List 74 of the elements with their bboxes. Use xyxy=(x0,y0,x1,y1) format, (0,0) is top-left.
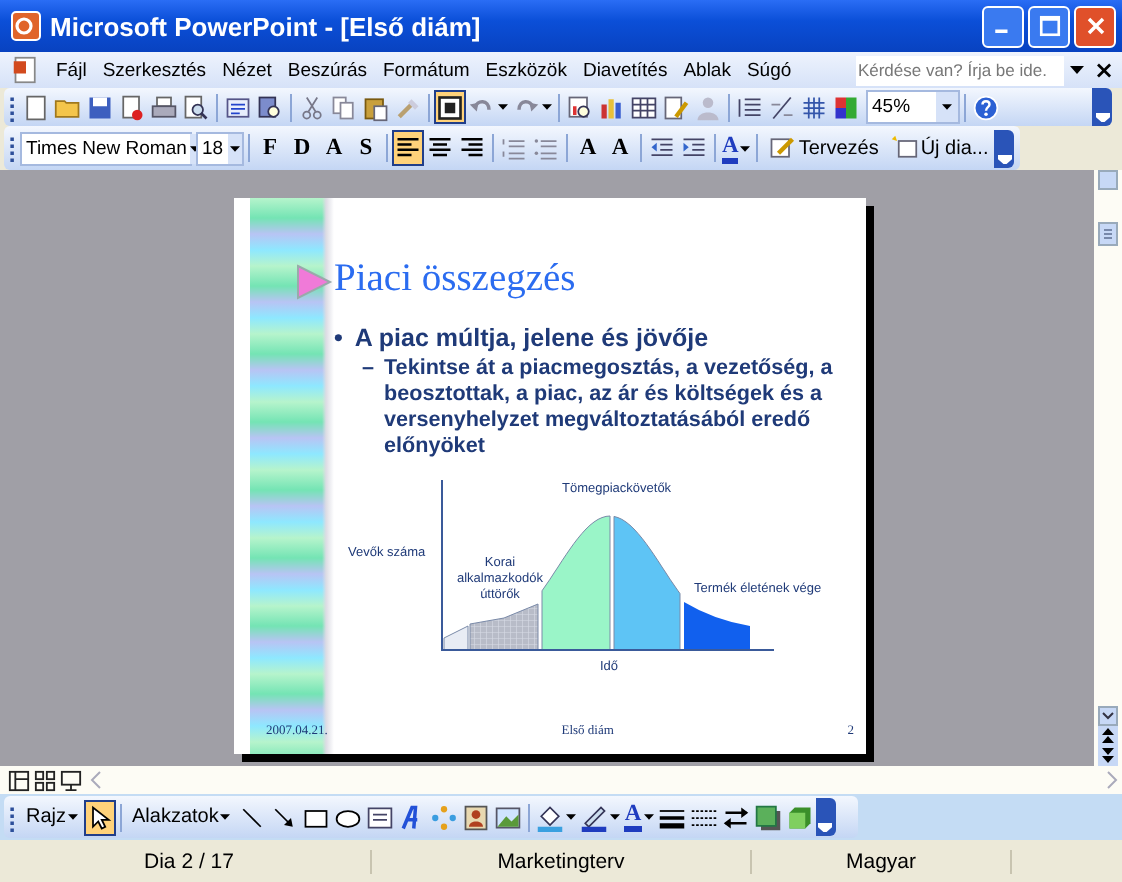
format-button[interactable]: A xyxy=(720,130,753,166)
chevron-icon[interactable] xyxy=(1095,112,1109,122)
format-button[interactable]: A xyxy=(622,799,656,835)
document-icon[interactable] xyxy=(12,56,40,84)
curve-segment xyxy=(684,602,750,650)
caret-icon[interactable] xyxy=(610,814,621,820)
toolbar-menu-button[interactable]: Alakzatok xyxy=(126,799,237,835)
window-title: Microsoft PowerPoint - [Első diám] xyxy=(50,11,481,41)
chevron-icon[interactable] xyxy=(997,153,1012,163)
bullet-text: A piac múltja, jelene és jövője xyxy=(354,324,711,352)
help-search-field[interactable]: Kérdése van? Írja be ide. xyxy=(855,55,1064,85)
slideshow-icon[interactable] xyxy=(60,769,82,791)
close-document-button[interactable]: × xyxy=(1093,56,1114,84)
vertical-scrollbar[interactable] xyxy=(1094,170,1122,766)
line-color-icon[interactable] xyxy=(580,803,609,831)
menu-item[interactable]: Súgó xyxy=(738,59,800,81)
format-button[interactable]: A xyxy=(572,130,604,166)
triangle-icon xyxy=(294,262,334,302)
grip-icon[interactable] xyxy=(10,803,16,831)
toolbar-options-button[interactable] xyxy=(994,129,1015,167)
format-button[interactable]: A xyxy=(604,130,636,166)
caret-icon[interactable] xyxy=(68,814,79,820)
scroll-thumb-icon[interactable] xyxy=(1098,222,1118,246)
grip-icon[interactable] xyxy=(10,93,16,121)
caret-icon[interactable] xyxy=(643,814,654,820)
caret-icon[interactable] xyxy=(229,145,240,151)
format-button[interactable]: S xyxy=(350,130,382,166)
caret-icon[interactable] xyxy=(740,145,751,151)
toolbar-button[interactable]: Tervezés xyxy=(762,130,885,166)
menu-item[interactable]: Diavetítés xyxy=(574,59,676,81)
caret-icon[interactable] xyxy=(942,104,952,110)
grip-icon[interactable] xyxy=(10,134,16,162)
dropdown-field[interactable]: 18 xyxy=(196,131,244,165)
menu-item[interactable]: Formátum xyxy=(375,59,478,81)
menu-item[interactable]: Nézet xyxy=(214,59,280,81)
status-field: Marketingterv xyxy=(372,849,752,873)
format-button[interactable]: A xyxy=(318,130,350,166)
menu-item[interactable]: Eszközök xyxy=(477,59,575,81)
minimize-button[interactable] xyxy=(982,5,1024,47)
menu-item[interactable]: Ablak xyxy=(675,59,739,81)
paint-bucket-icon[interactable] xyxy=(536,803,565,831)
status-field: Dia 2 / 17 xyxy=(8,849,372,873)
dropdown-field[interactable]: 45% xyxy=(866,90,960,124)
caret-icon[interactable] xyxy=(542,104,552,110)
bullet-marker: • xyxy=(334,324,343,352)
menu-item[interactable]: Fájl xyxy=(48,59,95,81)
app-icon xyxy=(10,10,42,42)
normal-view-icon[interactable] xyxy=(8,769,30,791)
dropdown-arrow-icon[interactable] xyxy=(1069,66,1084,74)
toolbar-options-button[interactable] xyxy=(1092,88,1112,126)
new-slide-icon[interactable] xyxy=(890,134,919,162)
maximize-button[interactable] xyxy=(1028,5,1070,47)
menu-item[interactable]: Beszúrás xyxy=(279,59,375,81)
slide-sorter-icon[interactable] xyxy=(34,769,56,791)
format-button[interactable]: D xyxy=(286,130,318,166)
toolbar-options-button[interactable] xyxy=(815,798,836,836)
toolbar-menu-button[interactable]: Rajz xyxy=(20,799,85,835)
chevron-icon[interactable] xyxy=(818,822,833,832)
caret-icon[interactable] xyxy=(220,814,231,820)
caret-icon[interactable] xyxy=(566,814,577,820)
format-button[interactable]: F xyxy=(254,130,286,166)
curve-segment xyxy=(613,515,681,651)
dash-marker: – xyxy=(362,356,375,384)
caret-icon[interactable] xyxy=(498,104,508,110)
close-button[interactable] xyxy=(1074,5,1116,47)
slide-title: Piaci összegzés xyxy=(334,258,578,302)
maximize-icon[interactable] xyxy=(1035,12,1063,40)
dropdown-field[interactable]: Times New Roman xyxy=(20,131,192,165)
sub-bullet-text: Tekintse át a piacmegosztás, a vezetőség, a beosztottak, a piac, az ár és költségek és a versenyhelyzet megváltoztatásából eredő előnyöket xyxy=(384,356,835,460)
pencil-icon[interactable] xyxy=(768,134,797,162)
status-field: Magyar xyxy=(752,849,1012,873)
scroll-down-icon[interactable] xyxy=(1098,706,1118,726)
menu-item[interactable]: Szerkesztés xyxy=(94,59,215,81)
toolbar-button[interactable]: Új dia... xyxy=(884,130,995,166)
